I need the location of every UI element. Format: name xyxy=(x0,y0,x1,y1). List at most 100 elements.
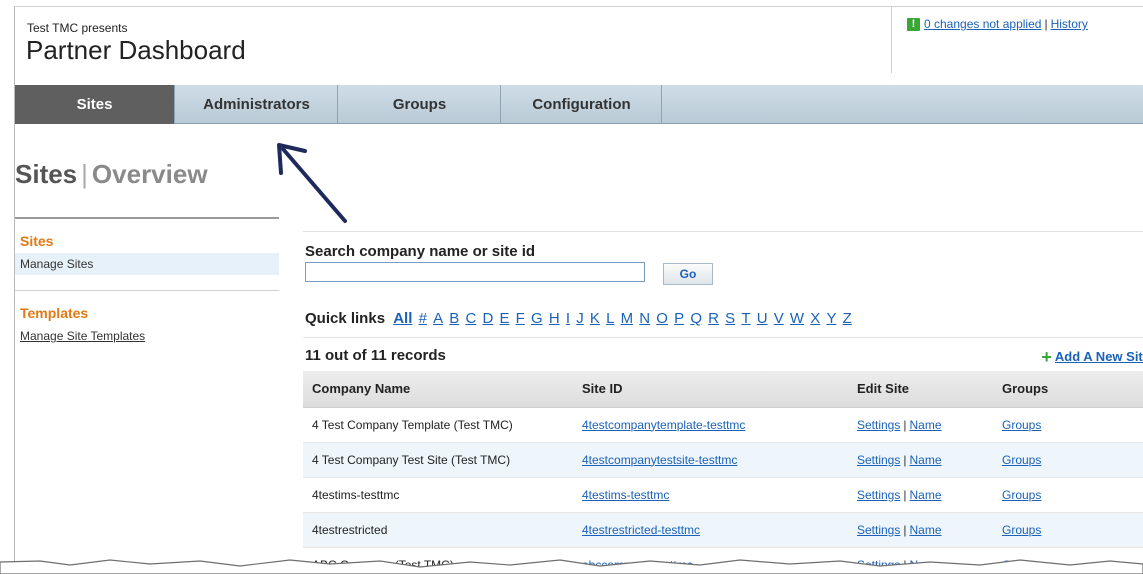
table-header-row: Company Name Site ID Edit Site Groups xyxy=(303,371,1143,408)
quick-link[interactable]: S xyxy=(725,310,735,327)
edit-site-cell: Settings|Name xyxy=(848,407,993,443)
header-separator: | xyxy=(1044,17,1048,31)
groups-link[interactable]: Groups xyxy=(1002,418,1041,432)
search-input[interactable] xyxy=(305,262,645,282)
name-link[interactable]: Name xyxy=(909,523,941,537)
quick-link[interactable]: # xyxy=(419,310,427,327)
quick-link[interactable]: I xyxy=(566,310,570,327)
quick-link[interactable]: J xyxy=(576,310,584,327)
site-id-link[interactable]: 4testims-testtmc xyxy=(582,488,669,502)
edit-site-cell: Settings|Name xyxy=(848,442,993,478)
site-id-cell: 4testcompanytemplate-testtmc xyxy=(573,407,848,443)
quick-link[interactable]: Q xyxy=(690,310,702,327)
changes-status: ! 0 changes not applied | History xyxy=(907,17,1088,31)
quick-link[interactable]: E xyxy=(499,310,509,327)
page-section: Sites xyxy=(15,159,78,189)
settings-link[interactable]: Settings xyxy=(857,453,900,467)
quick-link[interactable]: U xyxy=(757,310,768,327)
go-button[interactable]: Go xyxy=(663,263,713,285)
site-id-link[interactable]: 4testcompanytestsite-testtmc xyxy=(582,453,737,467)
tab-sites[interactable]: Sites xyxy=(15,85,175,124)
annotation-arrow-icon xyxy=(277,143,347,223)
quick-link[interactable]: C xyxy=(465,310,476,327)
tab-configuration[interactable]: Configuration xyxy=(502,85,662,124)
tab-groups[interactable]: Groups xyxy=(339,85,501,124)
edit-separator: | xyxy=(903,522,907,537)
quick-link[interactable]: N xyxy=(639,310,650,327)
settings-link[interactable]: Settings xyxy=(857,523,900,537)
header-divider xyxy=(891,7,892,73)
quick-link[interactable]: B xyxy=(449,310,459,327)
quick-links-letters: All # A B C D E F G H I J K L M N O P Q … xyxy=(389,310,852,327)
add-new-site-label[interactable]: Add A New Site xyxy=(1055,349,1143,364)
edit-site-cell: Settings|Name xyxy=(848,512,993,548)
add-new-site-button[interactable]: + Add A New Site xyxy=(1041,347,1143,368)
quick-link[interactable]: A xyxy=(433,310,443,327)
app-window: Test TMC presents Partner Dashboard ! 0 … xyxy=(14,6,1143,574)
groups-cell: Groups xyxy=(993,512,1143,548)
column-header-site-id: Site ID xyxy=(573,371,848,408)
records-bar: 11 out of 11 records + Add A New Site xyxy=(303,337,1143,371)
edit-separator: | xyxy=(903,417,907,432)
quick-link[interactable]: K xyxy=(590,310,600,327)
table-row: 4 Test Company Test Site (Test TMC) 4tes… xyxy=(303,442,1143,478)
groups-link[interactable]: Groups xyxy=(1002,523,1041,537)
header: Test TMC presents Partner Dashboard ! 0 … xyxy=(15,7,1143,85)
sidebar-divider xyxy=(15,290,279,291)
site-id-link[interactable]: 4testrestricted-testtmc xyxy=(582,523,700,537)
quick-link[interactable]: M xyxy=(621,310,634,327)
page-subsection: Overview xyxy=(91,159,208,189)
name-link[interactable]: Name xyxy=(909,418,941,432)
quick-links-label: Quick links xyxy=(305,310,386,327)
site-id-cell: 4testrestricted-testtmc xyxy=(573,512,848,548)
company-name-cell: 4 Test Company Test Site (Test TMC) xyxy=(303,442,573,478)
groups-link[interactable]: Groups xyxy=(1002,488,1041,502)
tab-administrators[interactable]: Administrators xyxy=(176,85,338,124)
company-name-cell: 4 Test Company Template (Test TMC) xyxy=(303,407,573,443)
torn-edge-decoration xyxy=(0,559,1143,574)
sidebar-item-manage-sites[interactable]: Manage Sites xyxy=(15,253,279,275)
edit-separator: | xyxy=(903,487,907,502)
quick-link[interactable]: Z xyxy=(843,310,852,327)
settings-link[interactable]: Settings xyxy=(857,418,900,432)
records-count: 11 out of 11 records xyxy=(305,347,446,364)
site-id-link[interactable]: 4testcompanytemplate-testtmc xyxy=(582,418,745,432)
table-row: 4testims-testtmc 4testims-testtmc Settin… xyxy=(303,477,1143,513)
settings-link[interactable]: Settings xyxy=(857,488,900,502)
changes-not-applied-link[interactable]: 0 changes not applied xyxy=(924,17,1041,31)
column-header-groups: Groups xyxy=(993,371,1143,408)
quick-link-all[interactable]: All xyxy=(393,310,412,327)
groups-cell: Groups xyxy=(993,442,1143,478)
search-label: Search company name or site id xyxy=(305,243,536,260)
quick-link[interactable]: W xyxy=(790,310,804,327)
edit-site-cell: Settings|Name xyxy=(848,477,993,513)
app-title: Partner Dashboard xyxy=(26,35,246,65)
sidebar-item-manage-site-templates[interactable]: Manage Site Templates xyxy=(15,325,279,347)
quick-links: Quick links All # A B C D E F G H I J K … xyxy=(305,310,852,327)
quick-link[interactable]: O xyxy=(656,310,668,327)
name-link[interactable]: Name xyxy=(909,453,941,467)
quick-link[interactable]: X xyxy=(810,310,820,327)
quick-link[interactable]: L xyxy=(606,310,614,327)
site-id-cell: 4testcompanytestsite-testtmc xyxy=(573,442,848,478)
quick-link[interactable]: F xyxy=(516,310,525,327)
sidebar-top-rule xyxy=(15,217,279,219)
quick-link[interactable]: D xyxy=(482,310,493,327)
quick-link[interactable]: Y xyxy=(826,310,836,327)
groups-cell: Groups xyxy=(993,477,1143,513)
groups-link[interactable]: Groups xyxy=(1002,453,1041,467)
quick-link[interactable]: P xyxy=(674,310,684,327)
sidebar-heading-templates: Templates xyxy=(20,305,89,321)
groups-cell: Groups xyxy=(993,407,1143,443)
name-link[interactable]: Name xyxy=(909,488,941,502)
quick-link[interactable]: H xyxy=(549,310,560,327)
table-row: 4 Test Company Template (Test TMC) 4test… xyxy=(303,407,1143,443)
page-title: Sites | Overview xyxy=(15,159,208,190)
quick-link[interactable]: G xyxy=(531,310,543,327)
quick-link[interactable]: V xyxy=(774,310,784,327)
company-name-cell: 4testims-testtmc xyxy=(303,477,573,513)
quick-link[interactable]: T xyxy=(741,310,750,327)
history-link[interactable]: History xyxy=(1051,17,1088,31)
company-name-cell: 4testrestricted xyxy=(303,512,573,548)
quick-link[interactable]: R xyxy=(708,310,719,327)
